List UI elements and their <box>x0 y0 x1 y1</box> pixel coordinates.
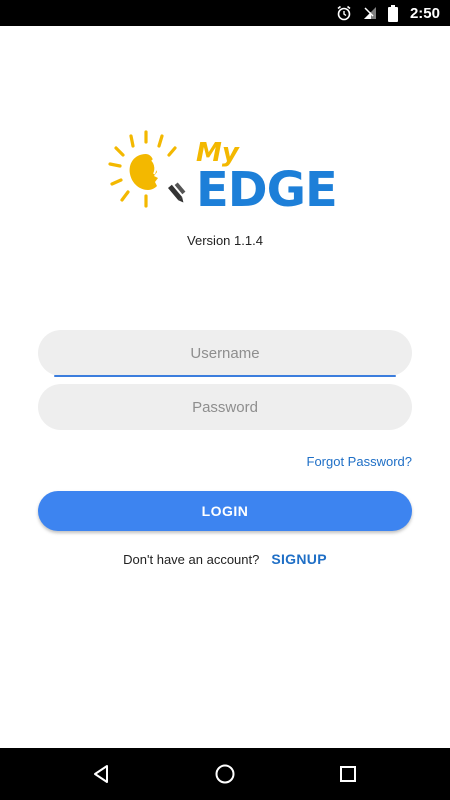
status-bar: 2:50 <box>0 0 450 26</box>
username-input[interactable] <box>38 330 412 376</box>
username-focus-underline <box>54 375 396 377</box>
home-icon[interactable] <box>205 754 245 794</box>
password-input[interactable] <box>38 384 412 430</box>
logo-edge-text: EDGE <box>196 162 338 218</box>
app-logo: My EDGE <box>108 126 348 226</box>
signup-row: Don't have an account? SIGNUP <box>0 551 450 567</box>
signup-question: Don't have an account? <box>123 551 260 567</box>
signal-icon <box>362 5 378 21</box>
back-icon[interactable] <box>82 754 122 794</box>
version-label: Version 1.1.4 <box>187 233 263 248</box>
alarm-icon <box>336 5 352 21</box>
battery-icon <box>387 4 398 22</box>
forgot-password-link[interactable]: Forgot Password? <box>307 454 413 469</box>
status-time: 2:50 <box>409 4 440 22</box>
signup-link[interactable]: SIGNUP <box>271 551 326 567</box>
login-button[interactable]: LOGIN <box>38 491 412 531</box>
recents-icon[interactable] <box>328 754 368 794</box>
navigation-bar <box>0 748 450 800</box>
